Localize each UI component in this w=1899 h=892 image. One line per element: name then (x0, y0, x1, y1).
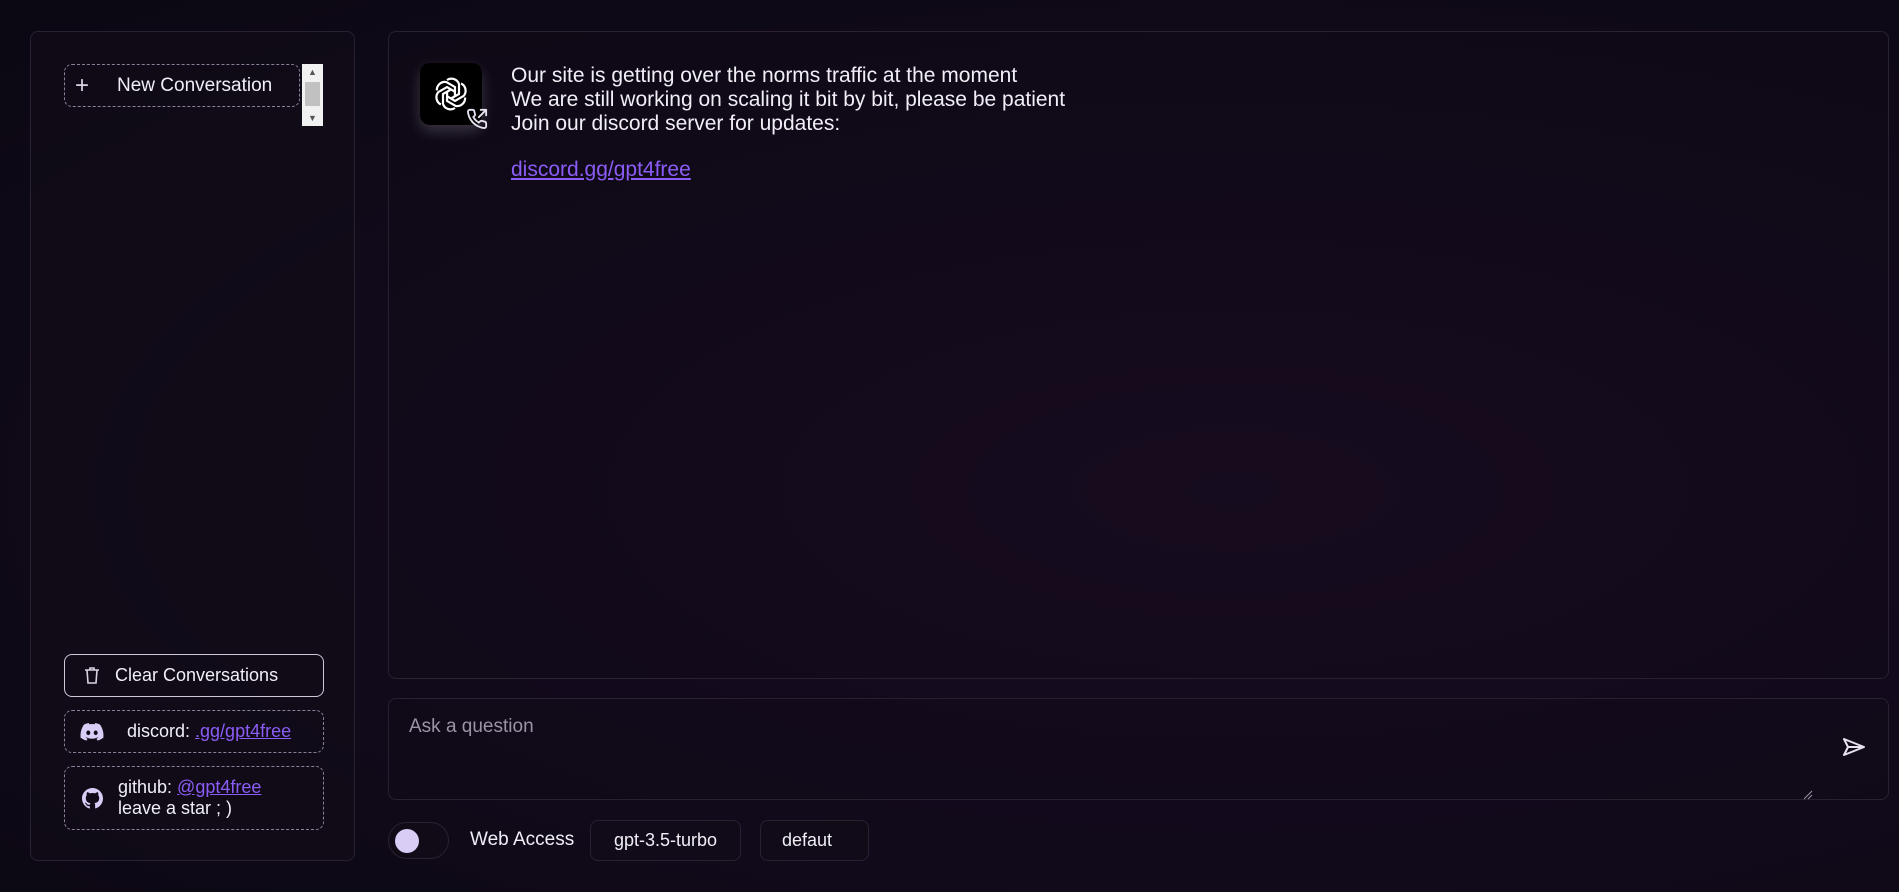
chat-messages-panel: Our site is getting over the norms traff… (388, 31, 1889, 679)
message-line-1: Our site is getting over the norms traff… (511, 64, 1018, 87)
message-input-box[interactable] (388, 698, 1889, 800)
sidebar: + New Conversation ▲ ▼ Clear Conversatio… (30, 31, 355, 861)
new-conversation-button[interactable]: + New Conversation (64, 64, 300, 107)
github-icon (77, 787, 107, 809)
model-select[interactable]: gpt-3.5-turbo (590, 820, 741, 861)
discord-icon (77, 722, 107, 741)
github-star-note: leave a star ; ) (118, 798, 233, 818)
discord-text: discord: .gg/gpt4free (127, 721, 291, 742)
discord-link-box: discord: .gg/gpt4free (64, 710, 324, 753)
phone-call-icon (466, 108, 488, 135)
sidebar-scrollbar[interactable]: ▲ ▼ (302, 64, 323, 126)
resize-handle-icon[interactable] (1803, 787, 1813, 805)
new-conversation-label: New Conversation (117, 74, 273, 96)
message-line-2: We are still working on scaling it bit b… (511, 88, 1066, 111)
send-icon[interactable] (1842, 737, 1866, 762)
github-link-box: github: @gpt4free leave a star ; ) (64, 766, 324, 830)
clear-conversations-button[interactable]: Clear Conversations (64, 654, 324, 697)
web-access-label: Web Access (470, 829, 575, 850)
message-line-3: Join our discord server for updates: (511, 112, 841, 135)
assistant-message: Our site is getting over the norms traff… (511, 64, 1065, 182)
scroll-down-arrow-icon[interactable]: ▼ (302, 110, 323, 126)
question-input[interactable] (407, 711, 1791, 743)
trash-icon (77, 666, 107, 685)
toggle-knob (395, 829, 419, 853)
discord-link[interactable]: .gg/gpt4free (195, 721, 291, 741)
web-access-toggle[interactable] (388, 822, 449, 859)
plus-icon: + (75, 71, 90, 99)
scrollbar-thumb[interactable] (305, 82, 320, 106)
clear-conversations-label: Clear Conversations (115, 665, 279, 685)
github-link[interactable]: @gpt4free (177, 777, 261, 797)
scroll-up-arrow-icon[interactable]: ▲ (302, 64, 323, 80)
jailbreak-select[interactable]: defaut (760, 820, 869, 861)
github-prefix: github: (118, 777, 178, 797)
github-text: github: @gpt4free leave a star ; ) (118, 777, 261, 819)
discord-invite-link[interactable]: discord.gg/gpt4free (511, 158, 691, 181)
discord-prefix: discord: (127, 721, 196, 741)
